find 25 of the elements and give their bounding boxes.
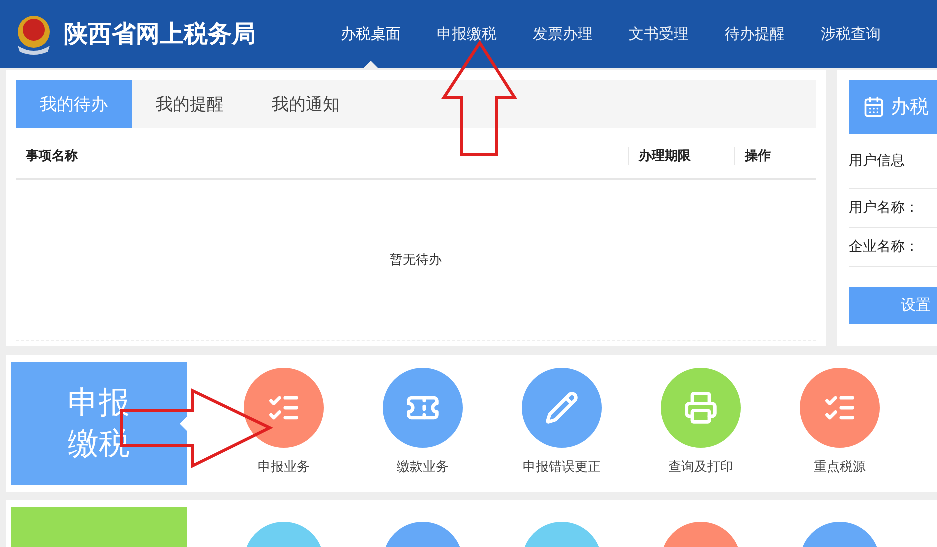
column-header: 操作 (734, 147, 816, 165)
service-tile[interactable]: 查询及打印 (661, 368, 741, 492)
nav-tab[interactable]: 待办提醒 (707, 0, 803, 68)
empty-message: 暂无待办 (390, 252, 442, 269)
printer-icon (684, 391, 718, 425)
nav-tab[interactable]: 发票办理 (515, 0, 611, 68)
service-tile[interactable]: 重点税源 (800, 368, 880, 492)
field-label: 用户名称： (849, 199, 919, 217)
site-title: 陕西省网上税务局 (64, 19, 256, 50)
tab[interactable]: 我的提醒 (132, 80, 248, 128)
calendar-icon (863, 96, 885, 118)
service-tile[interactable]: 缴款业务 (383, 368, 463, 492)
nav-tab[interactable]: 涉税查询 (803, 0, 899, 68)
field-label: 企业名称： (849, 238, 919, 256)
nav-tab[interactable]: 文书受理 (611, 0, 707, 68)
nav-tab[interactable]: 办税桌面 (323, 0, 419, 68)
tab[interactable]: 我的通知 (248, 80, 364, 128)
column-header: 事项名称 (25, 148, 79, 165)
nav-tab[interactable]: 申报缴税 (419, 0, 515, 68)
service-tile[interactable]: 申报业务 (244, 368, 324, 492)
service-tile[interactable]: 申报错误更正 (522, 368, 602, 492)
section-title: 用户信息 (849, 152, 905, 170)
column-header: 办理期限 (628, 147, 734, 165)
pencil-icon (545, 391, 579, 425)
side-panel-title: 办税 (891, 95, 929, 120)
